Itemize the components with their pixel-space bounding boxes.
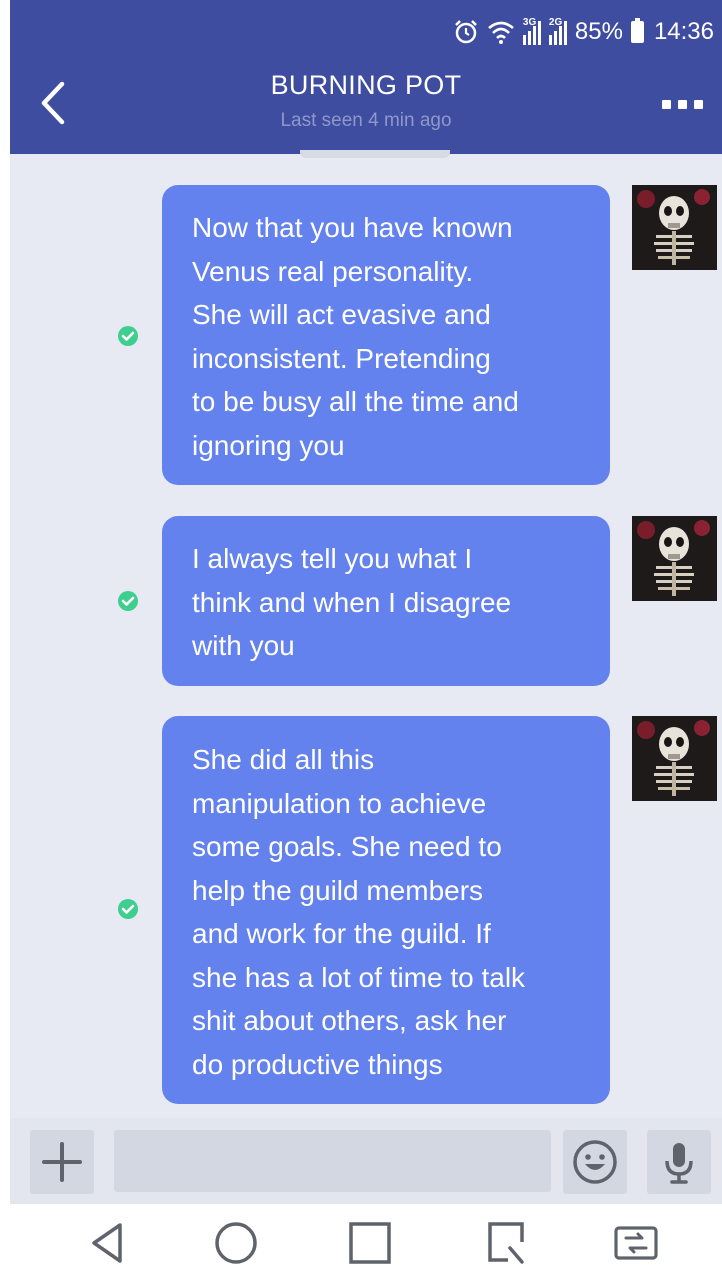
battery-percent: 85%	[574, 18, 623, 45]
message-bubble[interactable]: Now that you have known Venus real perso…	[162, 185, 610, 485]
alarm-icon	[455, 20, 477, 44]
network-type-label: 2G	[548, 17, 563, 28]
battery-icon	[630, 18, 644, 43]
dot	[661, 99, 671, 109]
signal-strength-sim1-icon: 3G	[522, 17, 541, 45]
message-line: inconsistent. Pretending	[192, 342, 491, 374]
message-line: She will act evasive and	[192, 299, 491, 330]
nav-back-button[interactable]	[80, 1218, 136, 1268]
edit-square-icon	[488, 1222, 524, 1264]
message-line: She did all this	[192, 744, 375, 775]
message-line: to be busy all the time and	[192, 386, 519, 417]
message-line: do productive things	[192, 1048, 443, 1080]
nav-capture-button[interactable]	[480, 1218, 536, 1268]
message-bubble[interactable]: She did all this manipulation to achieve…	[162, 716, 610, 1104]
message-composer	[10, 1118, 722, 1204]
skull-avatar-icon	[632, 185, 717, 270]
emoji-button[interactable]	[563, 1130, 627, 1194]
nav-recents-button[interactable]	[342, 1218, 398, 1268]
dot	[677, 99, 687, 109]
avatar[interactable]	[632, 185, 717, 270]
chat-header: BURNING POT Last seen 4 min ago	[10, 62, 722, 154]
message-line: Now that you have known	[192, 212, 513, 243]
contact-name[interactable]: BURNING POT	[10, 70, 722, 101]
pull-tab	[300, 150, 450, 158]
message-input[interactable]	[114, 1130, 551, 1192]
more-options-button[interactable]	[652, 92, 712, 116]
avatar[interactable]	[632, 516, 717, 601]
microphone-icon	[665, 1143, 693, 1184]
message-bubble[interactable]: I always tell you what I think and when …	[162, 516, 610, 686]
message-line: think and when I disagree	[192, 586, 512, 618]
dot	[693, 99, 703, 109]
network-type-label: 3G	[522, 17, 537, 28]
recents-square-icon	[349, 1222, 391, 1264]
back-triangle-icon	[92, 1223, 122, 1263]
attach-button[interactable]	[30, 1130, 94, 1194]
switch-screen-icon	[614, 1226, 658, 1260]
skull-avatar-icon	[632, 516, 717, 601]
status-bar: 3G 2G 85% 14:36	[10, 0, 722, 62]
message-line: shit about others, ask her	[192, 1005, 507, 1036]
message-line: with you	[192, 630, 295, 661]
plus-icon	[42, 1142, 82, 1182]
message-line: help the guild members	[192, 874, 484, 906]
message-line: and work for the guild. If	[192, 918, 491, 949]
nav-switch-button[interactable]	[608, 1218, 664, 1268]
message-line: some goals. She need to	[192, 831, 502, 862]
phone-screen: 3G 2G 85% 14:36 BURNING POT Last seen 4 …	[10, 0, 722, 1279]
nav-home-button[interactable]	[208, 1218, 264, 1268]
clock-time: 14:36	[653, 18, 714, 45]
avatar[interactable]	[632, 716, 717, 801]
message-line: she has a lot of time to talk	[192, 961, 526, 993]
message-line: Venus real personality.	[192, 255, 474, 287]
system-navigation-bar	[10, 1204, 722, 1279]
message-line: ignoring you	[192, 429, 345, 461]
status-icons: 3G 2G 85% 14:36	[453, 16, 714, 48]
voice-record-button[interactable]	[647, 1130, 711, 1194]
read-check-icon	[118, 326, 138, 346]
message-line: I always tell you what I	[192, 543, 473, 574]
read-check-icon	[118, 591, 138, 611]
emoji-icon	[573, 1140, 617, 1184]
wifi-icon	[488, 21, 514, 44]
home-circle-icon	[215, 1222, 257, 1264]
message-line: manipulation to achieve	[192, 787, 487, 819]
read-check-icon	[118, 899, 138, 919]
signal-strength-sim2-icon: 2G	[548, 17, 567, 45]
last-seen-status: Last seen 4 min ago	[280, 110, 452, 131]
skull-avatar-icon	[632, 716, 717, 801]
